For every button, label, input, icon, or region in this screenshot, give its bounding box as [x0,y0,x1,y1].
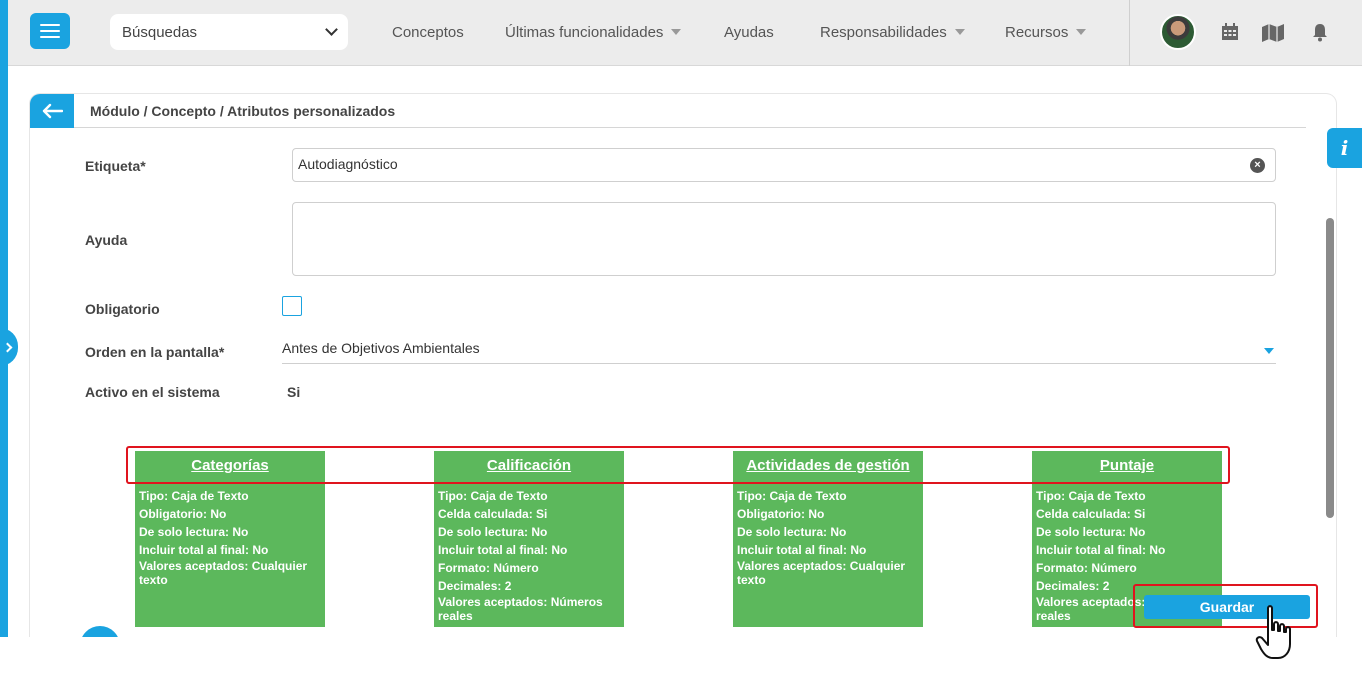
column-attr: Formato: Número [438,561,539,575]
column-attr: Tipo: Caja de Texto [438,489,548,503]
breadcrumb: Módulo / Concepto / Atributos personaliz… [90,103,396,119]
side-panel-toggle[interactable] [0,328,18,366]
nav-label: Conceptos [392,23,464,41]
scrollbar-thumb[interactable] [1326,218,1334,518]
main-card: Módulo / Concepto / Atributos personaliz… [30,94,1336,654]
left-edge-bar [0,0,8,637]
activo-value: Si [287,384,301,400]
etiqueta-label: Etiqueta* [85,158,146,174]
column-attr: Valores aceptados: Cualquier texto [737,559,906,587]
column-attr: Valores aceptados: Números reales [438,595,603,623]
bottom-area [0,637,1362,674]
nav-ayudas[interactable]: Ayudas [724,0,774,64]
clear-icon[interactable]: × [1250,158,1265,173]
top-bar: Búsquedas Conceptos Últimas funcionalida… [8,0,1362,66]
column-attr: Celda calculada: Si [1036,507,1146,521]
column-attr: Valores aceptados: Cualquier texto [139,559,308,587]
column-attr: Tipo: Caja de Texto [1036,489,1146,503]
card-header: Módulo / Concepto / Atributos personaliz… [30,94,1306,128]
arrow-left-icon [42,103,63,119]
map-icon[interactable] [1261,22,1285,42]
avatar[interactable] [1160,14,1196,50]
nav-recursos[interactable]: Recursos [1005,0,1087,64]
obligatorio-label: Obligatorio [85,301,160,317]
etiqueta-input[interactable]: Autodiagnóstico × [292,148,1276,182]
caret-down-icon [954,29,965,35]
caret-down-icon [671,29,682,35]
info-tab[interactable]: i [1327,128,1362,168]
column-attr: De solo lectura: No [139,525,249,539]
search-select[interactable]: Búsquedas [110,14,348,50]
column-attr: Incluir total al final: No [438,543,568,557]
search-select-value: Búsquedas [122,23,198,41]
etiqueta-value: Autodiagnóstico [298,156,398,172]
nav-ultimas-funcionalidades[interactable]: Últimas funcionalidades [505,0,682,64]
column-attr: Formato: Número [1036,561,1137,575]
back-button[interactable] [30,94,74,128]
column-attr: Tipo: Caja de Texto [737,489,847,503]
obligatorio-checkbox[interactable] [282,296,302,316]
column-attr: De solo lectura: No [737,525,847,539]
orden-value: Antes de Objetivos Ambientales [282,340,480,356]
chevron-down-icon [325,23,338,36]
column-attr: Decimales: 2 [438,579,512,593]
nav-responsabilidades[interactable]: Responsabilidades [820,0,965,64]
activo-label: Activo en el sistema [85,384,220,400]
topbar-divider [1129,0,1130,66]
ayuda-textarea[interactable] [292,202,1276,276]
calendar-icon[interactable] [1220,22,1240,42]
menu-icon [40,24,60,38]
orden-label: Orden en la pantalla* [85,344,225,360]
column-attr: Obligatorio: No [737,507,825,521]
column-attr: Obligatorio: No [139,507,227,521]
column-attr: Incluir total al final: No [1036,543,1166,557]
nav-label: Últimas funcionalidades [505,23,664,41]
menu-button[interactable] [30,13,70,49]
nav-label: Responsabilidades [820,23,947,41]
ayuda-label: Ayuda [85,232,128,248]
nav-label: Recursos [1005,23,1069,41]
caret-down-icon [1264,348,1274,354]
column-attr: Incluir total al final: No [737,543,867,557]
highlight-box-titles [126,446,1230,484]
column-attr: De solo lectura: No [1036,525,1146,539]
caret-down-icon [1076,29,1087,35]
nav-conceptos[interactable]: Conceptos [392,0,464,64]
bell-icon[interactable] [1310,22,1330,42]
hand-cursor-icon [1255,605,1291,659]
column-attr: Tipo: Caja de Texto [139,489,249,503]
chevron-right-icon [2,342,13,352]
column-attr: De solo lectura: No [438,525,548,539]
column-attr: Celda calculada: Si [438,507,548,521]
orden-select[interactable]: Antes de Objetivos Ambientales [282,340,1276,364]
column-attr: Incluir total al final: No [139,543,269,557]
nav-label: Ayudas [724,23,774,41]
